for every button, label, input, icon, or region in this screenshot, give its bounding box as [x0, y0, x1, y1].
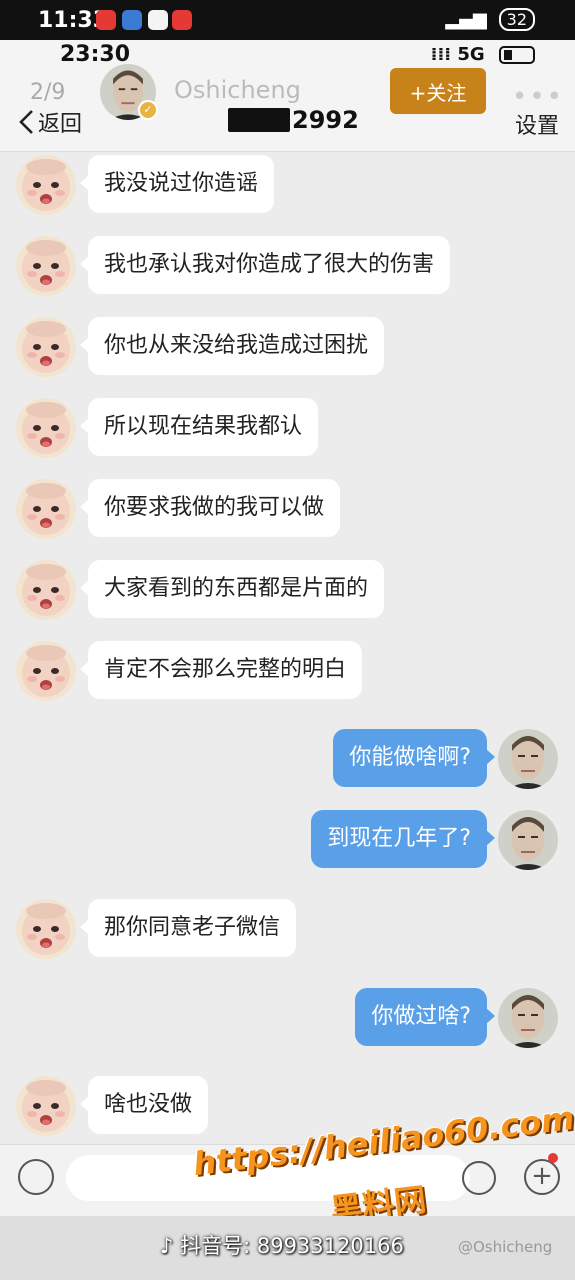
self-avatar[interactable] — [498, 810, 558, 870]
douyin-id: ♪ 抖音号: 89933120166 — [160, 1230, 404, 1260]
message-row: 你要求我做的我可以做 — [0, 479, 575, 539]
message-row: 肯定不会那么完整的明白 — [0, 641, 575, 701]
settings-button[interactable]: 设置 — [515, 108, 559, 140]
redaction-bar — [228, 108, 290, 132]
inner-status-bar: 23:30 ⁞⁞⁞ 5G — [0, 40, 575, 72]
contact-username: Oshicheng — [174, 76, 301, 104]
message-bubble[interactable]: 大家看到的东西都是片面的 — [79, 560, 385, 618]
signal-dots-icon: ⁞⁞⁞ — [430, 44, 452, 65]
sender-avatar[interactable] — [16, 1076, 76, 1136]
message-bubble-self[interactable]: 你能做啥啊? — [333, 729, 495, 787]
self-avatar[interactable] — [498, 988, 558, 1048]
sender-avatar[interactable] — [16, 560, 76, 620]
message-bubble[interactable]: 那你同意老子微信 — [79, 899, 297, 957]
sender-avatar[interactable] — [16, 236, 76, 296]
message-row: 那你同意老子微信 — [0, 899, 575, 959]
inner-status-time: 23:30 — [60, 42, 131, 67]
self-avatar[interactable] — [498, 729, 558, 789]
verified-badge-icon: ✓ — [138, 100, 158, 120]
message-bubble[interactable]: 我没说过你造谣 — [79, 155, 275, 213]
signal-icon: ▂▄▆ — [445, 9, 487, 30]
chat-title-text: 2992 — [292, 106, 359, 134]
sender-avatar[interactable] — [16, 317, 76, 377]
emoji-icon[interactable] — [462, 1161, 496, 1195]
notification-app-icon — [96, 10, 116, 30]
message-row-self: 到现在几年了? — [0, 810, 575, 870]
message-bubble[interactable]: 我也承认我对你造成了很大的伤害 — [79, 236, 451, 294]
message-bubble[interactable]: 你也从来没给我造成过困扰 — [79, 317, 385, 375]
message-row: 你也从来没给我造成过困扰 — [0, 317, 575, 377]
header-area: 11:33 ▂▄▆ 32 23:30 ⁞⁞⁞ 5G 2/9 返回 ✓ Oshic… — [0, 0, 575, 152]
message-row: 我也承认我对你造成了很大的伤害 — [0, 236, 575, 296]
sender-avatar[interactable] — [16, 398, 76, 458]
chat-message-list[interactable]: 我没说过你造谣 我也承认我对你造成了很大的伤害 你也从来没给我造成过困扰 所以现… — [0, 152, 575, 1144]
sender-avatar[interactable] — [16, 155, 76, 215]
message-row-self: 你做过啥? — [0, 988, 575, 1048]
battery-icon — [499, 46, 535, 64]
outer-status-bar: 11:33 ▂▄▆ 32 — [0, 0, 575, 40]
weibo-handle: @Oshicheng — [458, 1238, 553, 1256]
inner-status-indicators: ⁞⁞⁞ 5G — [431, 44, 535, 65]
sender-avatar[interactable] — [16, 641, 76, 701]
message-bubble[interactable]: 你要求我做的我可以做 — [79, 479, 341, 537]
message-row: 所以现在结果我都认 — [0, 398, 575, 458]
message-row: 我没说过你造谣 — [0, 155, 575, 215]
notification-dot — [548, 1153, 558, 1163]
back-label: 返回 — [38, 112, 83, 137]
outer-status-indicators: ▂▄▆ 32 — [445, 8, 535, 31]
chat-title: 2992 — [228, 106, 359, 134]
notification-app-icon — [122, 10, 142, 30]
sender-avatar[interactable] — [16, 899, 76, 959]
notification-app-icon — [172, 10, 192, 30]
back-chevron-icon — [19, 110, 33, 134]
footer-strip: ♪ 抖音号: 89933120166 @Oshicheng — [0, 1216, 575, 1280]
network-type: 5G — [457, 44, 485, 65]
sender-avatar[interactable] — [16, 479, 76, 539]
back-button[interactable]: 返回 — [18, 106, 82, 138]
douyin-logo-icon: ♪ — [160, 1234, 174, 1258]
battery-indicator: 32 — [498, 8, 535, 31]
follow-button[interactable]: +关注 — [390, 68, 486, 114]
page-counter: 2/9 — [30, 80, 66, 105]
douyin-id-text: 抖音号: 89933120166 — [180, 1234, 404, 1258]
message-bubble-self[interactable]: 你做过啥? — [355, 988, 495, 1046]
message-bubble[interactable]: 所以现在结果我都认 — [79, 398, 319, 456]
message-row-self: 你能做啥啊? — [0, 729, 575, 789]
message-row: 大家看到的东西都是片面的 — [0, 560, 575, 620]
message-bubble-self[interactable]: 到现在几年了? — [311, 810, 495, 868]
message-bubble[interactable]: 啥也没做 — [79, 1076, 209, 1134]
plus-icon[interactable]: + — [524, 1159, 560, 1195]
voice-icon[interactable] — [18, 1159, 54, 1195]
weibo-app-icon — [148, 10, 168, 30]
message-bubble[interactable]: 肯定不会那么完整的明白 — [79, 641, 363, 699]
